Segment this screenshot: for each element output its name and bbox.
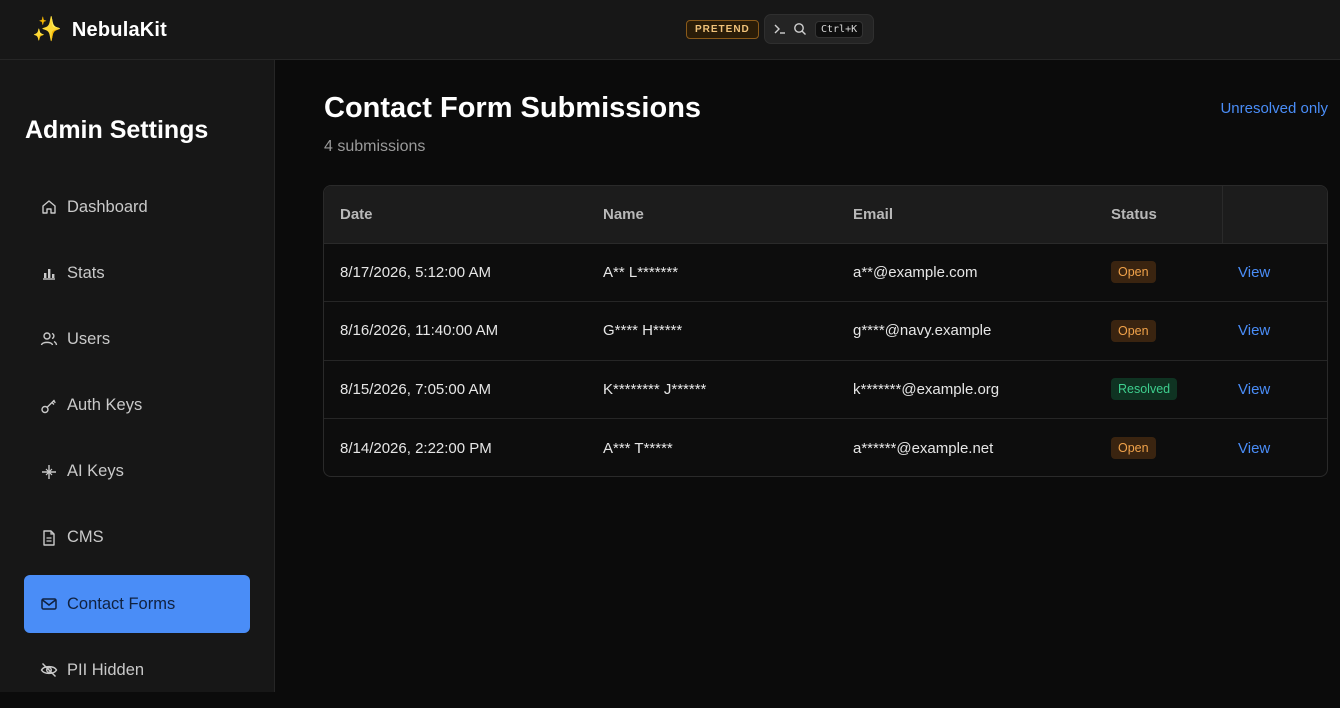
sidebar-item-label: Auth Keys <box>67 396 143 415</box>
cell-status: Open <box>1095 419 1222 477</box>
status-badge: Open <box>1111 437 1156 459</box>
column-header-actions <box>1221 186 1327 244</box>
sidebar-item-label: AI Keys <box>67 462 124 481</box>
cell-status: Open <box>1095 243 1222 302</box>
mail-icon <box>40 595 58 613</box>
cell-action: View <box>1222 419 1327 477</box>
table-row: 8/14/2026, 2:22:00 PM A*** T***** a*****… <box>324 419 1327 477</box>
cell-name: A** L******* <box>603 263 679 281</box>
status-badge: Resolved <box>1111 378 1178 401</box>
view-link[interactable]: View <box>1238 381 1270 398</box>
cell-date: 8/16/2026, 11:40:00 AM <box>340 322 499 340</box>
view-link[interactable]: View <box>1238 440 1270 457</box>
cell-email: a**@example.com <box>853 263 978 281</box>
sidebar-item-label: Contact Forms <box>67 594 176 613</box>
table-header-row: Date Name Email Status <box>324 186 1327 244</box>
sidebar-item-contact-forms[interactable]: Contact Forms <box>24 575 250 634</box>
cell-email: g****@navy.example <box>853 322 992 340</box>
brand[interactable]: ✨ NebulaKit <box>32 14 167 46</box>
shortcut-hint: Ctrl+K <box>815 20 864 38</box>
view-link[interactable]: View <box>1238 322 1270 339</box>
main-content: Contact Form Submissions 4 submissions U… <box>275 60 1340 692</box>
home-icon <box>40 198 58 216</box>
cell-action: View <box>1222 360 1327 419</box>
cell-date: 8/14/2026, 2:22:00 PM <box>340 439 492 457</box>
bar-chart-icon <box>40 264 58 282</box>
table-row: 8/16/2026, 11:40:00 AM G**** H***** g***… <box>324 302 1327 361</box>
table-row: 8/15/2026, 7:05:00 AM K******** J****** … <box>324 360 1327 419</box>
cell-date: 8/17/2026, 5:12:00 AM <box>340 263 491 281</box>
page-title: Contact Form Submissions <box>324 92 702 124</box>
sidebar-item-cms[interactable]: CMS <box>24 509 250 567</box>
command-palette-button[interactable]: Ctrl+K <box>764 14 874 44</box>
sidebar-item-pii-hidden[interactable]: PII Hidden <box>24 641 250 699</box>
sidebar-item-label: Users <box>67 329 111 348</box>
sidebar-item-stats[interactable]: Stats <box>24 244 250 302</box>
cell-email: k*******@example.org <box>853 380 1000 398</box>
status-badge: Open <box>1111 261 1156 284</box>
sparkles-icon: ✨ <box>32 16 62 43</box>
submission-count: 4 submissions <box>324 138 426 155</box>
brand-name: NebulaKit <box>71 18 168 41</box>
sidebar-nav: Dashboard Stats Users Auth Keys AI Keys <box>24 178 250 708</box>
cell-status: Open <box>1095 302 1222 361</box>
document-icon <box>40 529 58 547</box>
sidebar-item-ai-keys[interactable]: AI Keys <box>24 443 250 501</box>
status-badge: Open <box>1111 319 1156 342</box>
sidebar-item-label: Dashboard <box>67 197 148 216</box>
search-icon <box>793 22 807 36</box>
submissions-table: Date Name Email Status 8/17/2026, 5:12:0… <box>323 185 1328 477</box>
sidebar-item-label: Stats <box>67 263 105 282</box>
sidebar-item-dashboard[interactable]: Dashboard <box>24 178 250 236</box>
sidebar: Admin Settings Dashboard Stats Users Aut… <box>0 60 275 692</box>
sidebar-item-label: CMS <box>67 528 104 547</box>
users-icon <box>40 330 58 348</box>
sidebar-item-users[interactable]: Users <box>24 310 250 368</box>
table-row: 8/17/2026, 5:12:00 AM A** L******* a**@e… <box>324 243 1327 302</box>
sidebar-item-auth-keys[interactable]: Auth Keys <box>24 377 250 435</box>
cell-name: G**** H***** <box>603 322 683 340</box>
column-header-date: Date <box>324 186 587 244</box>
column-header-email: Email <box>837 186 1095 244</box>
cell-name: A*** T***** <box>603 439 673 457</box>
sidebar-title: Admin Settings <box>25 116 209 144</box>
column-header-status: Status <box>1095 186 1222 244</box>
cell-action: View <box>1222 302 1327 361</box>
column-header-name: Name <box>587 186 837 244</box>
view-link[interactable]: View <box>1238 264 1270 281</box>
cell-action: View <box>1222 243 1327 302</box>
cell-name: K******** J****** <box>603 380 707 398</box>
terminal-icon <box>773 22 787 36</box>
eye-off-icon <box>40 661 58 679</box>
top-bar: ✨ NebulaKit PRETEND Ctrl+K <box>0 0 1340 60</box>
cell-email: a******@example.net <box>853 439 994 457</box>
key-icon <box>40 397 58 415</box>
cell-date: 8/15/2026, 7:05:00 AM <box>340 380 491 398</box>
cell-status: Resolved <box>1095 360 1222 419</box>
unresolved-filter-link[interactable]: Unresolved only <box>1220 100 1328 117</box>
sparkle-icon <box>40 463 58 481</box>
sidebar-item-label: PII Hidden <box>67 660 145 679</box>
mode-badge: PRETEND <box>686 20 759 39</box>
